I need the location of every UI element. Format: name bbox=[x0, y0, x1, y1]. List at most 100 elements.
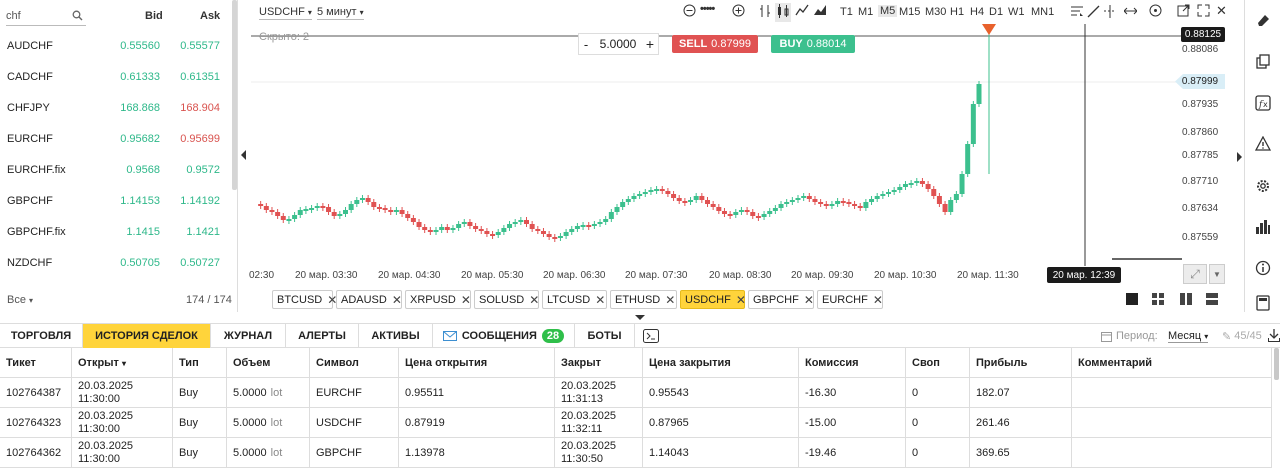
chart-scroll-handle[interactable] bbox=[1112, 258, 1182, 260]
search-box[interactable] bbox=[6, 6, 86, 26]
symbol-tab-ethusd[interactable]: ETHUSD ✕ bbox=[610, 290, 677, 309]
area-chart-icon[interactable] bbox=[813, 4, 827, 19]
fullscreen-icon[interactable] bbox=[1197, 4, 1210, 20]
close-tab-icon[interactable]: ✕ bbox=[736, 293, 746, 307]
watchlist-row[interactable]: CADCHF 0.61333 0.61351 bbox=[0, 61, 230, 92]
close-tab-icon[interactable]: ✕ bbox=[665, 293, 675, 307]
zoom-in-icon[interactable] bbox=[732, 4, 745, 20]
watchlist-row[interactable]: GBPCHF.fix 1.1415 1.1421 bbox=[0, 216, 230, 247]
timeframe-h4[interactable]: H4 bbox=[970, 6, 984, 18]
table-header[interactable]: Своп bbox=[906, 348, 970, 378]
symbol-tab-btcusd[interactable]: BTCUSD ✕ bbox=[272, 290, 337, 309]
filter-dropdown[interactable]: Все ▾ bbox=[7, 294, 33, 306]
collapse-down-icon[interactable] bbox=[635, 315, 645, 320]
sort-desc-icon[interactable]: ▾ bbox=[122, 359, 126, 368]
close-tab-icon[interactable]: ✕ bbox=[595, 293, 605, 307]
symbol-tab-eurchf[interactable]: EURCHF ✕ bbox=[817, 290, 883, 309]
collapse-left-icon[interactable] bbox=[241, 150, 246, 160]
tab-history[interactable]: ИСТОРИЯ СДЕЛОК bbox=[83, 324, 211, 348]
table-row[interactable]: 102764362 20.03.2025 11:30:00 Buy 5.0000 lot G… bbox=[0, 438, 1272, 468]
watchlist-row[interactable]: EURCHF 0.95682 0.95699 bbox=[0, 123, 230, 154]
close-tab-icon[interactable]: ✕ bbox=[873, 293, 883, 307]
indicators-icon[interactable] bbox=[1070, 5, 1084, 20]
close-tab-icon[interactable]: ✕ bbox=[529, 293, 539, 307]
symbol-tab-solusd[interactable]: SOLUSD ✕ bbox=[474, 290, 539, 309]
close-tab-icon[interactable]: ✕ bbox=[392, 293, 402, 307]
symbol-tab-ltcusd[interactable]: LTCUSD ✕ bbox=[542, 290, 607, 309]
symbol-tab-adausd[interactable]: ADAUSD ✕ bbox=[336, 290, 402, 309]
period-select[interactable]: 5 минут ▾ bbox=[317, 6, 364, 20]
candle-chart-icon[interactable] bbox=[775, 3, 791, 22]
popout-icon[interactable] bbox=[1177, 4, 1190, 20]
layout-columns-icon[interactable] bbox=[1180, 293, 1192, 308]
close-icon[interactable]: ✕ bbox=[1216, 3, 1227, 19]
symbol-tab-usdchf[interactable]: USDCHF ✕ bbox=[680, 290, 746, 309]
bid-header[interactable]: Bid bbox=[145, 10, 163, 22]
hidden-orders-label[interactable]: Скрыто: 2 bbox=[259, 31, 309, 43]
tab-bots[interactable]: БОТЫ bbox=[575, 324, 635, 348]
tab-alerts[interactable]: АЛЕРТЫ bbox=[286, 324, 359, 348]
symbol-tab-gbpchf[interactable]: GBPCHF ✕ bbox=[748, 290, 814, 309]
table-scrollbar[interactable] bbox=[1274, 348, 1279, 380]
chart-canvas[interactable] bbox=[251, 24, 1231, 286]
eraser-icon[interactable] bbox=[1251, 8, 1275, 32]
watchlist-row[interactable]: CHFJPY 168.868 168.904 bbox=[0, 92, 230, 123]
settings-gear-icon[interactable] bbox=[1251, 174, 1275, 198]
download-icon[interactable] bbox=[1268, 329, 1280, 345]
copy-icon[interactable] bbox=[1251, 50, 1275, 74]
table-header[interactable]: Цена открытия bbox=[399, 348, 555, 378]
layout-grid-icon[interactable] bbox=[1152, 293, 1164, 308]
search-icon[interactable] bbox=[72, 10, 83, 21]
table-header[interactable]: Открыт ▾ bbox=[72, 348, 173, 378]
timeframe-m15[interactable]: M15 bbox=[899, 6, 920, 18]
table-row[interactable]: 102764323 20.03.2025 11:30:00 Buy 5.0000 lot U… bbox=[0, 408, 1272, 438]
watchlist-row[interactable]: AUDCHF 0.55560 0.55577 bbox=[0, 30, 230, 61]
timeframe-w1[interactable]: W1 bbox=[1008, 6, 1025, 18]
watchlist-row[interactable]: EURCHF.fix 0.9568 0.9572 bbox=[0, 154, 230, 185]
chart-options-chevron-icon[interactable]: ▼ bbox=[1209, 264, 1225, 284]
symbol-select[interactable]: USDCHF ▾ bbox=[259, 6, 312, 20]
trendline-icon[interactable] bbox=[1087, 5, 1100, 21]
timeframe-m1[interactable]: M1 bbox=[858, 6, 873, 18]
timeframe-d1[interactable]: D1 bbox=[989, 6, 1003, 18]
calculator-icon[interactable] bbox=[1251, 294, 1275, 312]
panel-splitter[interactable] bbox=[0, 312, 1280, 323]
table-header[interactable]: Объем bbox=[227, 348, 310, 378]
table-header[interactable]: Закрыт bbox=[555, 348, 643, 378]
timeframe-t1[interactable]: T1 bbox=[840, 6, 853, 18]
vertical-line-icon[interactable] bbox=[1104, 5, 1116, 21]
ask-header[interactable]: Ask bbox=[200, 10, 220, 22]
search-input[interactable] bbox=[6, 9, 72, 22]
volume-plus-button[interactable]: + bbox=[643, 36, 657, 52]
volume-stepper[interactable]: - 5.0000 + bbox=[578, 33, 659, 55]
watchlist-row[interactable]: GBPCHF 1.14153 1.14192 bbox=[0, 185, 230, 216]
table-header[interactable]: Символ bbox=[310, 348, 399, 378]
close-tab-icon[interactable]: ✕ bbox=[804, 293, 814, 307]
tab-journal[interactable]: ЖУРНАЛ bbox=[211, 324, 286, 348]
tab-messages[interactable]: СООБЩЕНИЯ 28 bbox=[433, 324, 575, 348]
watchlist-scrollbar[interactable] bbox=[232, 0, 237, 190]
layout-single-icon[interactable] bbox=[1126, 293, 1138, 308]
table-header[interactable]: Комиссия bbox=[799, 348, 906, 378]
crosshair-icon[interactable] bbox=[1149, 4, 1162, 20]
table-header[interactable]: Тип bbox=[173, 348, 227, 378]
table-header[interactable]: Комментарий bbox=[1072, 348, 1272, 378]
depth-of-market-icon[interactable] bbox=[1251, 215, 1275, 239]
layout-rows-icon[interactable] bbox=[1206, 293, 1218, 308]
table-row[interactable]: 102764387 20.03.2025 11:30:00 Buy 5.0000 lot E… bbox=[0, 378, 1272, 408]
tab-trading[interactable]: ТОРГОВЛЯ bbox=[0, 324, 83, 348]
table-header[interactable]: Цена закрытия bbox=[643, 348, 799, 378]
terminal-icon[interactable] bbox=[635, 324, 667, 348]
close-tab-icon[interactable]: ✕ bbox=[461, 293, 471, 307]
buy-button[interactable]: BUY 0.88014 bbox=[771, 35, 855, 53]
line-chart-icon[interactable] bbox=[795, 4, 809, 19]
volume-input[interactable]: 5.0000 bbox=[593, 37, 643, 51]
price-chart[interactable]: Скрыто: 2 - 5.0000 + SELL 0.87999 BUY 0.88… bbox=[249, 24, 1231, 286]
table-header[interactable]: Тикет bbox=[0, 348, 72, 378]
warning-icon[interactable] bbox=[1251, 132, 1275, 156]
timeframe-m5[interactable]: M5 bbox=[878, 5, 898, 17]
sell-button[interactable]: SELL 0.87999 bbox=[672, 35, 758, 53]
volume-minus-button[interactable]: - bbox=[579, 37, 593, 52]
horizontal-line-icon[interactable] bbox=[1123, 5, 1138, 20]
collapse-right-icon[interactable] bbox=[1237, 152, 1242, 162]
